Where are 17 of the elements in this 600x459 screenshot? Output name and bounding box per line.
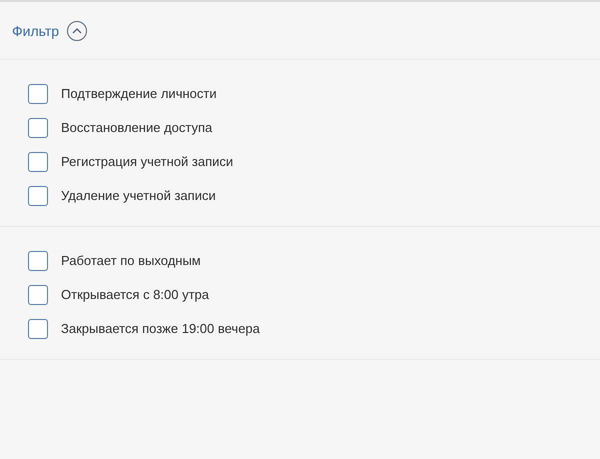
checkbox[interactable] xyxy=(28,186,48,206)
checkbox[interactable] xyxy=(28,251,48,271)
checkbox-label: Закрывается позже 19:00 вечера xyxy=(61,320,260,336)
checkbox-label: Удаление учетной записи xyxy=(61,187,216,203)
checkbox-label: Открывается с 8:00 утра xyxy=(61,286,210,302)
checkbox-label: Работает по выходным xyxy=(61,252,201,268)
checkbox[interactable] xyxy=(28,285,48,305)
chevron-icon xyxy=(72,28,82,34)
checkbox[interactable] xyxy=(28,319,48,339)
checkbox[interactable] xyxy=(28,152,48,172)
checkbox-label: Регистрация учетной записи xyxy=(61,153,234,169)
collapse-toggle[interactable] xyxy=(67,20,88,40)
checkbox[interactable] xyxy=(28,84,48,104)
checkbox-label: Восстановление доступа xyxy=(61,119,212,135)
filter-title[interactable]: Фильтр xyxy=(12,22,60,38)
checkbox-label: Подтверждение личности xyxy=(61,85,217,101)
checkbox[interactable] xyxy=(28,118,48,138)
